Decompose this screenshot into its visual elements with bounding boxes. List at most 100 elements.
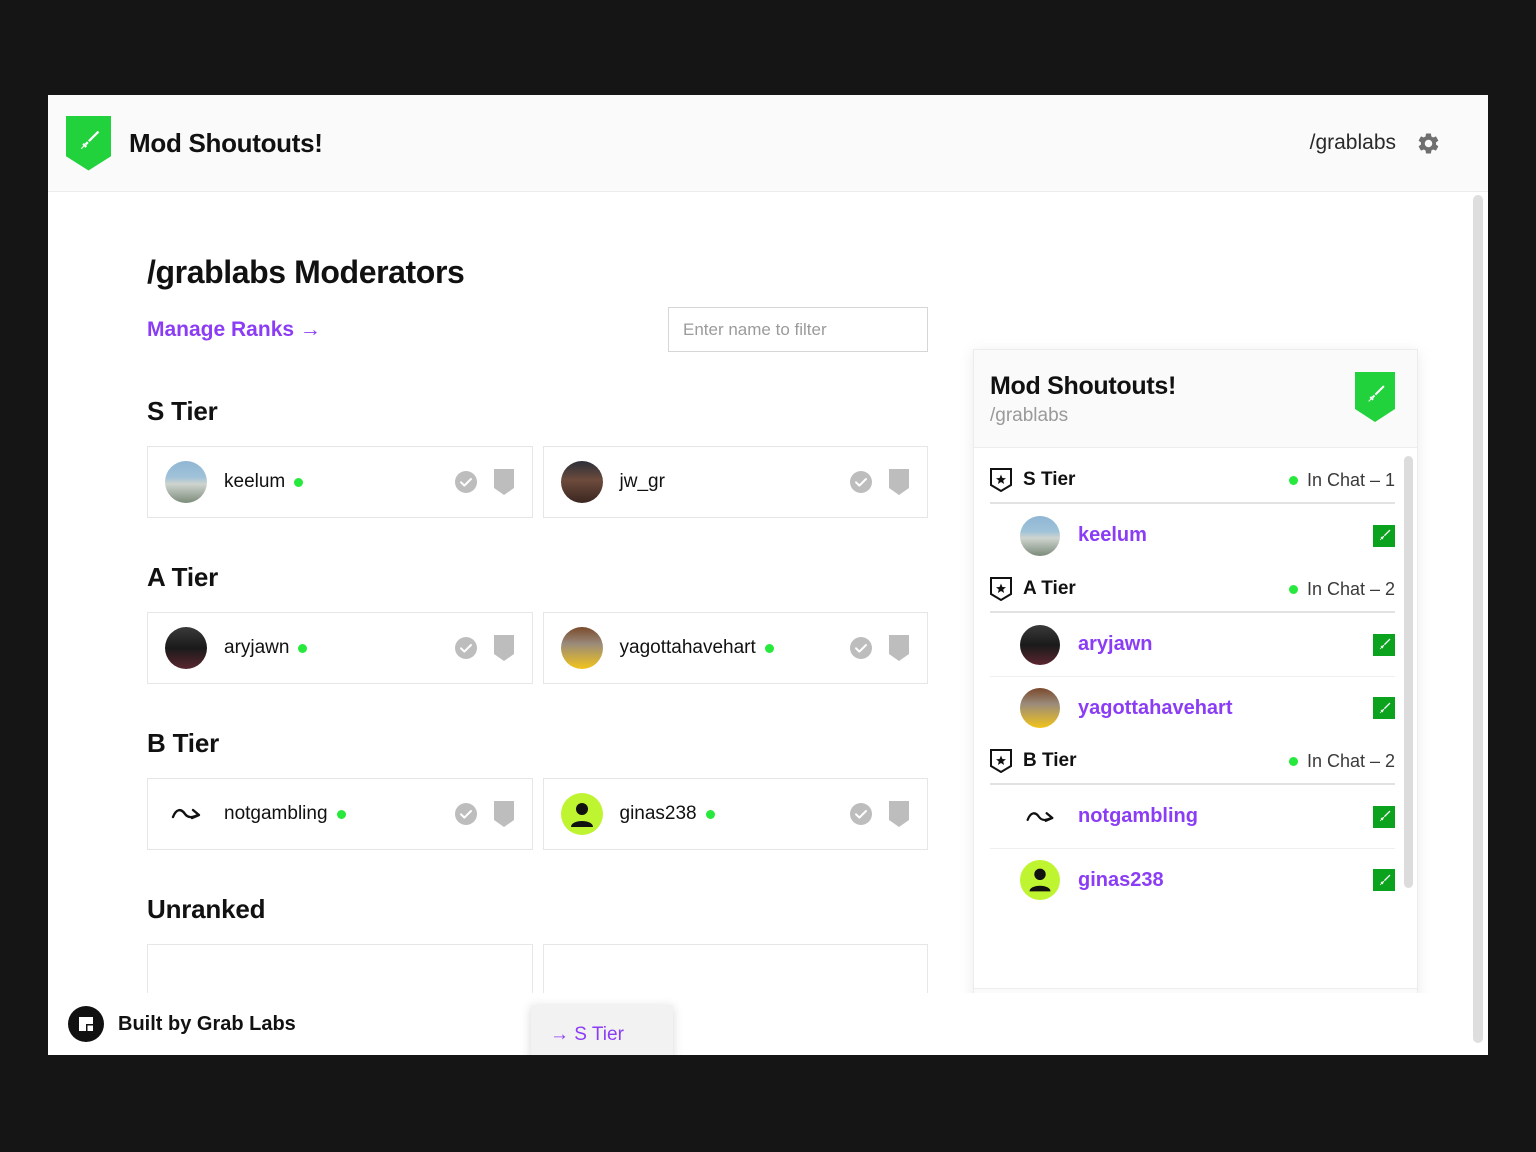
check-circle-icon[interactable] [849,802,873,826]
online-indicator-dot [1288,584,1298,594]
preview-member-row[interactable]: yagottahavehart [990,676,1395,739]
preview-scrollbar[interactable] [1404,456,1413,888]
shield-badge-icon[interactable] [889,469,909,495]
online-indicator-dot [1288,475,1298,485]
header-actions: /grablabs [1310,131,1441,156]
avatar [165,627,207,669]
online-indicator-dot [298,643,308,653]
tier-group-a: aryjawn yagottahavehart [147,612,928,684]
check-circle-icon[interactable] [849,636,873,660]
mod-name: notgambling [224,803,328,824]
line-art-avatar-icon [1026,811,1054,822]
mod-card[interactable]: jw_gr [542,446,928,518]
tier-assign-menu[interactable]: → S Tier → A Tier → Unranked [531,1005,673,1055]
shield-badge-icon[interactable] [889,801,909,827]
preview-card: Mod Shoutouts! /grablabs S Tier In Chat … [973,349,1418,1049]
check-circle-icon[interactable] [454,470,478,494]
shield-star-icon [990,468,1012,492]
mod-name: yagottahavehart [619,637,756,658]
preview-member-row[interactable]: notgambling [990,785,1395,848]
shield-badge-icon[interactable] [889,635,909,661]
online-indicator-dot [336,809,346,819]
preview-tier-header-s: S Tier In Chat – 1 [990,458,1395,504]
sword-glyph [1379,529,1390,541]
preview-header-text: Mod Shoutouts! /grablabs [990,372,1176,427]
preview-member-name[interactable]: notgambling [1078,805,1198,828]
mod-card-actions [454,469,514,495]
online-indicator-dot [764,643,774,653]
shield-badge-icon[interactable] [493,635,514,661]
header-brand: Mod Shoutouts! [66,115,323,171]
check-circle-icon[interactable] [849,470,873,494]
preview-chat-status: In Chat – 1 [1288,469,1395,491]
sword-glyph [1379,874,1390,885]
window-scrollbar[interactable] [1473,195,1483,1043]
sword-glyph [1367,385,1385,402]
preview-chat-status: In Chat – 2 [1288,751,1395,772]
shield-badge-icon[interactable] [493,801,514,827]
mod-card-actions [454,801,514,827]
line-art-avatar-icon [171,808,201,820]
avatar [165,793,207,835]
shield-badge-icon[interactable] [493,469,514,495]
mod-card-actions [849,801,909,827]
shield-sword-icon [1355,372,1395,422]
mod-name: keelum [224,471,286,492]
check-circle-icon[interactable] [454,802,478,826]
mod-name: jw_gr [619,471,665,492]
app-body: /grablabs Moderators Manage Ranks → S Ti… [48,192,1488,1055]
preview-member-row[interactable]: ginas238 [990,848,1395,911]
sword-badge-icon [1373,869,1395,891]
gear-icon[interactable] [1416,131,1441,156]
chat-status-text: In Chat – 2 [1306,578,1395,599]
sword-glyph [80,130,99,149]
shield-sword-icon [66,115,111,171]
channel-name: /grablabs [1309,131,1396,154]
mod-card[interactable]: keelum [147,446,533,518]
sword-badge-icon [1373,697,1395,719]
sword-glyph [1379,810,1390,822]
manage-ranks-link[interactable]: Manage Ranks → [147,318,321,342]
preview-body: S Tier In Chat – 1 keelum A Tier In Chat… [974,448,1417,988]
preview-member-row[interactable]: keelum [990,504,1395,567]
mod-card-actions [849,469,909,495]
grab-labs-icon [68,1006,104,1042]
person-avatar-icon [570,803,593,827]
mod-name: aryjawn [224,637,290,658]
avatar [560,793,603,835]
shield-star-icon [990,749,1012,773]
name-filter-input[interactable] [668,307,928,352]
app-window: Mod Shoutouts! /grablabs /grablabs Moder… [48,95,1488,1055]
online-indicator-dot [294,477,304,487]
mod-card-actions [454,635,514,661]
preview-title: Mod Shoutouts! [990,372,1177,400]
chat-status-text: In Chat – 1 [1306,469,1395,490]
avatar [1020,860,1060,900]
preview-member-name[interactable]: aryjawn [1078,633,1152,656]
sword-badge-icon [1373,633,1395,656]
mod-card[interactable]: yagottahavehart [542,612,928,684]
moderators-column: /grablabs Moderators Manage Ranks → S Ti… [48,254,928,1055]
mod-card[interactable]: aryjawn [147,612,533,684]
preview-member-name[interactable]: yagottahavehart [1078,697,1233,720]
mod-card[interactable]: notgambling [147,778,533,850]
page-title: /grablabs Moderators [147,254,465,290]
mod-card[interactable]: ginas238 [542,778,928,850]
tier-heading-unranked: Unranked [147,894,266,924]
shield-star-icon [990,577,1012,601]
tier-heading-a: A Tier [147,562,219,592]
preview-member-row[interactable]: aryjawn [990,613,1395,676]
preview-header: Mod Shoutouts! /grablabs [974,350,1417,448]
preview-member-name[interactable]: keelum [1078,524,1147,547]
tier-group-s: keelum jw_gr [147,446,928,518]
tier-menu-item-s[interactable]: → S Tier [531,1005,673,1055]
check-circle-icon[interactable] [454,636,478,660]
preview-tier-header-b: B Tier In Chat – 2 [990,739,1395,785]
sword-badge-icon [1373,524,1395,547]
preview-member-name[interactable]: ginas238 [1078,869,1164,892]
avatar [1020,796,1060,837]
avatar [1020,515,1060,556]
sword-badge-icon [1373,805,1395,828]
online-indicator-dot [705,809,715,819]
avatar [1020,688,1060,728]
